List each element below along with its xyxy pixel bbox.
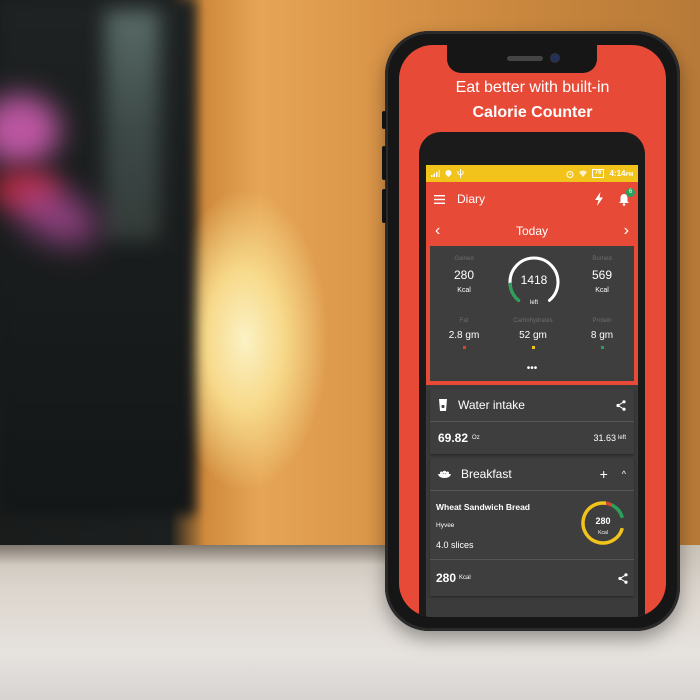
food-kcal: 280	[595, 516, 611, 526]
macro-color-dot	[531, 346, 535, 349]
burned-stat: Burned 569 Kcal	[572, 256, 632, 294]
location-icon	[445, 170, 452, 177]
phone-volume-down	[382, 189, 386, 223]
table-shadow	[0, 545, 390, 565]
page-title: Diary	[457, 192, 486, 206]
app-screen: 76 4:14PM Diary 6 ‹ Today › Gained 280 K…	[426, 165, 638, 617]
front-camera	[551, 54, 559, 62]
food-item[interactable]: Wheat Sandwich Bread Hyvee 4.0 slices 28…	[430, 491, 634, 560]
add-food-button[interactable]: +	[600, 466, 608, 482]
macro-protein: Protein 8 gm	[572, 318, 632, 349]
water-glass-icon	[438, 399, 448, 411]
water-card-header: Water intake	[430, 389, 634, 422]
macro-label: Protein	[592, 318, 612, 324]
app-toolbar: Diary 6	[426, 182, 638, 216]
share-icon[interactable]	[618, 572, 628, 584]
inner-phone-frame: 76 4:14PM Diary 6 ‹ Today › Gained 280 K…	[419, 132, 645, 617]
notifications-button[interactable]: 6	[618, 187, 635, 206]
menu-icon[interactable]	[434, 194, 445, 204]
gained-value: 280	[453, 268, 475, 282]
breakfast-bowl-icon	[438, 470, 451, 478]
macro-color-dot	[600, 346, 604, 349]
breakfast-total-row: 280 Kcal	[430, 560, 634, 596]
phone-mockup: Eat better with built-in Calorie Counter	[382, 31, 680, 631]
promo-headline: Eat better with built-in	[455, 79, 610, 96]
next-day-button[interactable]: ›	[624, 222, 629, 240]
water-consumed: 69.82	[438, 431, 469, 445]
clock: 4:14PM	[609, 169, 633, 178]
macro-label: Carbohydrates	[513, 318, 553, 324]
calorie-summary-card: Gained 280 Kcal 1418 left Burned 569 Kca…	[430, 246, 634, 381]
water-remaining: 31.63	[593, 433, 616, 443]
macro-fat: Fat 2.8 gm	[434, 318, 494, 349]
phone-screen: Eat better with built-in Calorie Counter	[399, 45, 666, 617]
water-intake-row[interactable]: 69.82 Oz 31.63 left	[430, 422, 634, 454]
breakfast-total: 280	[436, 571, 457, 585]
background-laptop-blur	[0, 0, 195, 515]
water-intake-title: Water intake	[458, 398, 525, 412]
macro-value: 2.8 gm	[448, 330, 480, 341]
speaker	[507, 56, 543, 61]
gained-stat: Gained 280 Kcal	[434, 256, 494, 294]
breakfast-card: Breakfast + ^ Wheat Sandwich Bread Hyvee…	[430, 458, 634, 596]
phone-volume-up	[382, 146, 386, 180]
calories-left-value: 1418	[520, 273, 548, 287]
breakfast-title: Breakfast	[461, 467, 512, 481]
food-brand: Hyvee	[436, 522, 455, 529]
summary-wrapper: Gained 280 Kcal 1418 left Burned 569 Kca…	[426, 246, 638, 385]
signal-icon	[431, 170, 440, 177]
notch	[447, 45, 597, 73]
breakfast-card-header: Breakfast + ^	[430, 458, 634, 491]
current-date[interactable]: Today	[440, 224, 623, 238]
burned-unit: Kcal	[595, 287, 609, 294]
food-kcal-unit: Kcal	[598, 530, 608, 536]
water-unit: Oz	[472, 435, 480, 441]
burned-value: 569	[591, 268, 613, 282]
water-intake-card: Water intake 69.82 Oz 31.63 left	[430, 389, 634, 454]
lightning-icon[interactable]	[594, 192, 604, 206]
food-name: Wheat Sandwich Bread	[436, 502, 530, 512]
date-navigator: ‹ Today ›	[426, 216, 638, 246]
battery-icon: 76	[591, 169, 605, 178]
phone-side-button	[382, 111, 386, 129]
macro-value: 8 gm	[590, 330, 614, 341]
alarm-icon	[566, 170, 574, 178]
wifi-icon	[578, 170, 587, 177]
macro-value: 52 gm	[519, 330, 547, 341]
share-icon[interactable]	[616, 399, 626, 411]
clock-ampm: PM	[625, 172, 634, 178]
notification-badge: 6	[626, 187, 635, 197]
macro-label: Fat	[459, 318, 469, 324]
food-quantity: 4.0 slices	[436, 540, 474, 550]
water-remaining-label: left	[617, 435, 626, 441]
usb-icon	[457, 169, 464, 178]
macro-carbohydrates: Carbohydrates 52 gm	[503, 318, 563, 349]
gained-unit: Kcal	[457, 287, 471, 294]
macro-color-dot	[462, 346, 466, 349]
more-button[interactable]: •••	[430, 364, 634, 374]
breakfast-total-unit: Kcal	[459, 575, 471, 581]
background-bokeh	[105, 10, 160, 240]
collapse-chevron-icon[interactable]: ^	[622, 469, 626, 479]
clock-time: 4:14	[609, 169, 626, 178]
burned-label: Burned	[592, 256, 612, 262]
promo-subheadline: Calorie Counter	[472, 104, 593, 121]
calories-left-label: left	[529, 300, 538, 306]
gained-label: Gained	[454, 256, 474, 262]
status-bar: 76 4:14PM	[426, 165, 638, 182]
ring-segment-fat	[605, 501, 613, 507]
